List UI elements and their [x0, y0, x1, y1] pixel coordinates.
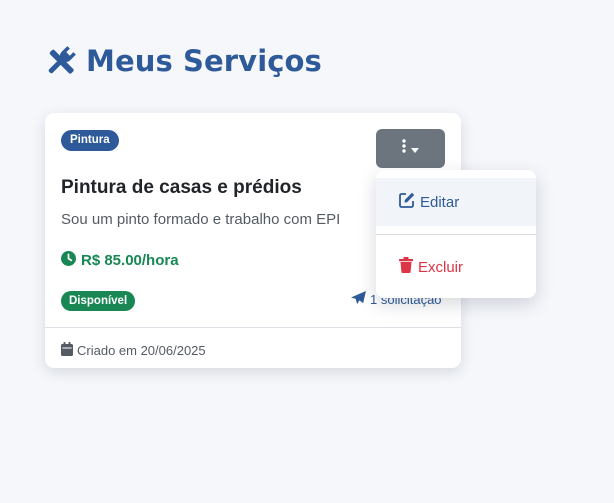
- calendar-icon: [61, 342, 73, 359]
- price-value: R$ 85.00/hora: [81, 252, 179, 269]
- price: R$ 85.00/hora: [61, 251, 179, 270]
- delete-menu-item[interactable]: Excluir: [376, 244, 536, 290]
- card-divider: [45, 327, 461, 328]
- trash-icon: [399, 257, 413, 277]
- service-title: Pintura de casas e prédios: [61, 177, 302, 198]
- service-description: Sou um pinto formado e trabalho com EPI: [61, 211, 341, 228]
- caret-down-icon: [411, 140, 419, 158]
- created-date: Criado em 20/06/2025: [77, 343, 206, 358]
- clock-icon: [61, 251, 76, 270]
- tools-icon: [44, 44, 78, 78]
- actions-menu-toggle[interactable]: [376, 129, 445, 168]
- dropdown-divider: [376, 234, 536, 235]
- edit-icon: [399, 192, 415, 212]
- actions-dropdown-menu: Editar Excluir: [376, 170, 536, 298]
- card-footer: Criado em 20/06/2025: [61, 342, 206, 359]
- delete-label: Excluir: [418, 258, 464, 276]
- ellipsis-vertical-icon: [402, 139, 406, 158]
- edit-label: Editar: [420, 193, 460, 211]
- page-title-text: Meus Serviços: [86, 44, 322, 78]
- edit-menu-item[interactable]: Editar: [376, 178, 536, 226]
- category-badge: Pintura: [61, 130, 119, 151]
- paper-plane-icon: [351, 291, 366, 308]
- status-badge: Disponível: [61, 291, 136, 311]
- page-title: Meus Serviços: [44, 44, 322, 78]
